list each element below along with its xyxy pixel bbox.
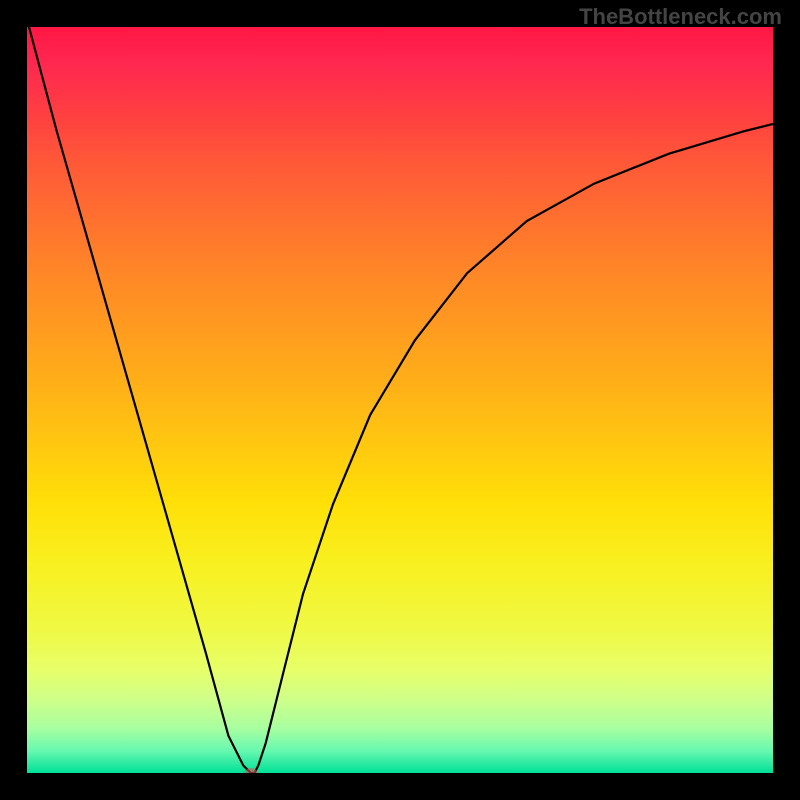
curve-svg [27,27,773,773]
bottleneck-curve [27,27,773,773]
optimal-point-marker [244,768,257,773]
watermark-text: TheBottleneck.com [579,4,782,30]
plot-area [27,27,773,773]
